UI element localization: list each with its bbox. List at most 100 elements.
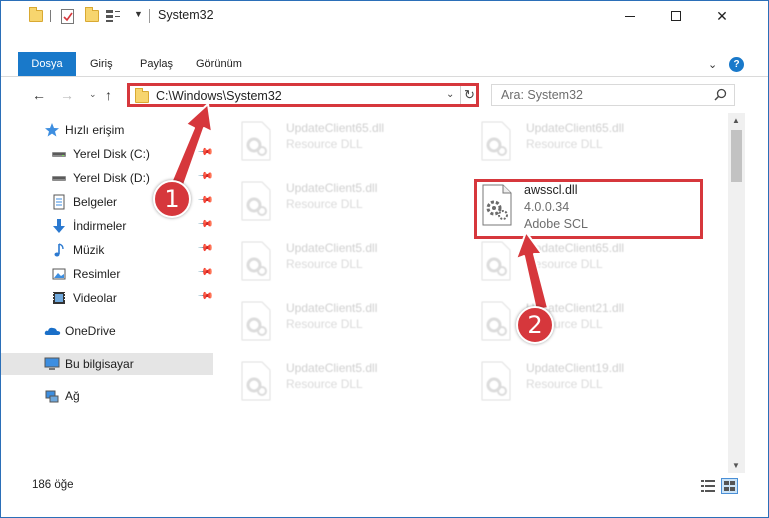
sidebar-item-label: Belgeler [73,195,118,209]
sidebar-item-quick-access[interactable]: Hızlı erişim [1,119,213,141]
vertical-scrollbar[interactable]: ▲ ▼ [728,113,745,473]
sidebar-item-videos[interactable]: Videolar 📌 [1,287,214,309]
minimize-button[interactable] [607,1,653,31]
navigation-pane: Hızlı erişim Yerel Disk (C:) 📌 Yerel Dis… [1,113,214,473]
pictures-icon [51,266,67,282]
file-name: UpdateClient21.dll [526,301,625,315]
sidebar-item-pictures[interactable]: Resimler 📌 [1,263,214,285]
file-type: Resource DLL [526,137,603,151]
list-item[interactable]: UpdateClient19.dll Resource DLL [453,359,653,413]
customize-toolbar-icon[interactable] [105,9,121,23]
network-icon [44,388,60,404]
file-type: Resource DLL [526,257,603,271]
scroll-up-icon[interactable]: ▲ [732,116,740,125]
sidebar-item-documents[interactable]: Belgeler 📌 [1,191,214,213]
pin-icon[interactable]: 📌 [197,264,214,281]
scroll-down-icon[interactable]: ▼ [732,461,740,470]
search-icon[interactable] [714,88,727,104]
chevron-down-icon[interactable]: ⌄ [446,89,454,100]
folder-icon [29,7,43,23]
maximize-button[interactable] [653,1,699,31]
videos-icon [51,290,67,306]
list-item[interactable]: UpdateClient65.dll Resource DLL [213,119,413,173]
list-item[interactable]: UpdateClient21.dll Resource DLL [453,299,653,353]
pin-icon[interactable]: 📌 [197,216,214,233]
help-icon[interactable]: ? [729,57,744,72]
tab-paylas[interactable]: Paylaş [140,52,173,76]
recent-locations-icon[interactable]: ⌄ [89,89,97,100]
tab-giris[interactable]: Giriş [90,52,113,76]
properties-check-icon[interactable] [61,9,74,24]
tab-gorunum[interactable]: Görünüm [196,52,242,76]
sidebar-item-this-pc[interactable]: Bu bilgisayar [1,353,213,375]
sidebar-item-onedrive[interactable]: OneDrive [1,320,213,342]
sidebar-item-label: Yerel Disk (D:) [73,171,150,185]
expand-ribbon-icon[interactable]: ⌄ [708,58,717,71]
tab-dosya[interactable]: Dosya [18,52,76,76]
dll-file-icon [480,361,512,401]
file-name: awsscl.dll [524,183,578,197]
search-placeholder: Ara: System32 [501,88,583,102]
sidebar-item-network[interactable]: Ağ [1,385,213,407]
list-item[interactable]: UpdateClient5.dll Resource DLL [213,179,413,233]
list-item[interactable]: UpdateClient65.dll Resource DLL [453,119,653,173]
sidebar-item-disk-c[interactable]: Yerel Disk (C:) 📌 [1,143,214,165]
tiles-view-icon[interactable] [721,478,738,494]
refresh-icon[interactable]: ↻ [460,86,478,104]
dll-file-icon [480,121,512,161]
pin-icon[interactable]: 📌 [197,288,214,305]
dll-file-icon [240,241,272,281]
list-item[interactable]: UpdateClient5.dll Resource DLL [213,299,413,353]
sidebar-item-label: Resimler [73,267,121,281]
list-item[interactable]: UpdateClient65.dll Resource DLL [453,239,653,293]
file-type: Resource DLL [286,257,363,271]
details-view-icon[interactable] [701,479,715,493]
highlighted-file-item[interactable]: awsscl.dll 4.0.0.34 Adobe SCL [474,179,703,239]
sidebar-item-label: OneDrive [65,324,116,338]
file-type: Resource DLL [526,377,603,391]
search-input[interactable]: Ara: System32 [491,84,735,106]
file-type: Resource DLL [286,137,363,151]
address-path[interactable]: C:\Windows\System32 [156,89,282,103]
back-arrow-icon[interactable]: ← [32,87,46,103]
file-name: UpdateClient5.dll [286,301,378,315]
dll-file-icon [480,241,512,281]
pin-icon[interactable]: 📌 [197,240,214,257]
file-type: Resource DLL [286,377,363,391]
forward-arrow-icon[interactable]: → [60,87,74,103]
address-bar[interactable]: C:\Windows\System32 ⌄ ↻ [127,83,479,107]
window-title: System32 [158,8,214,22]
file-name: UpdateClient65.dll [526,121,625,135]
up-arrow-icon[interactable]: ↑ [105,87,112,103]
file-name: UpdateClient5.dll [286,361,378,375]
title-bar: ▼ System32 ✕ [1,1,768,31]
close-button[interactable]: ✕ [699,1,745,31]
dll-file-icon [481,184,513,226]
documents-icon [51,194,67,210]
toolbar-separator [50,10,51,22]
sidebar-item-music[interactable]: Müzik 📌 [1,239,214,261]
pin-icon[interactable]: 📌 [197,192,214,209]
sidebar-item-label: İndirmeler [73,219,127,233]
new-folder-icon[interactable] [85,7,99,23]
sidebar-item-label: Yerel Disk (C:) [73,147,150,161]
sidebar-item-disk-d[interactable]: Yerel Disk (D:) 📌 [1,167,214,189]
folder-icon [135,88,149,103]
file-name: UpdateClient65.dll [286,121,385,135]
list-item[interactable]: UpdateClient5.dll Resource DLL [213,239,413,293]
pin-icon[interactable]: 📌 [197,144,214,161]
pin-icon[interactable]: 📌 [197,168,214,185]
list-item[interactable]: UpdateClient5.dll Resource DLL [213,359,413,413]
star-icon [44,122,60,138]
title-separator [149,9,150,23]
sidebar-item-label: Hızlı erişim [65,123,125,137]
file-list: UpdateClient65.dll Resource DLL UpdateCl… [213,113,728,473]
quick-access-dropdown-icon[interactable]: ▼ [134,9,143,19]
download-icon [51,218,67,234]
file-type: Resource DLL [286,317,363,331]
sidebar-item-downloads[interactable]: İndirmeler 📌 [1,215,214,237]
scrollbar-thumb[interactable] [731,130,742,182]
file-name: UpdateClient5.dll [286,241,378,255]
sidebar-item-label: Müzik [73,243,105,257]
file-name: UpdateClient65.dll [526,241,625,255]
